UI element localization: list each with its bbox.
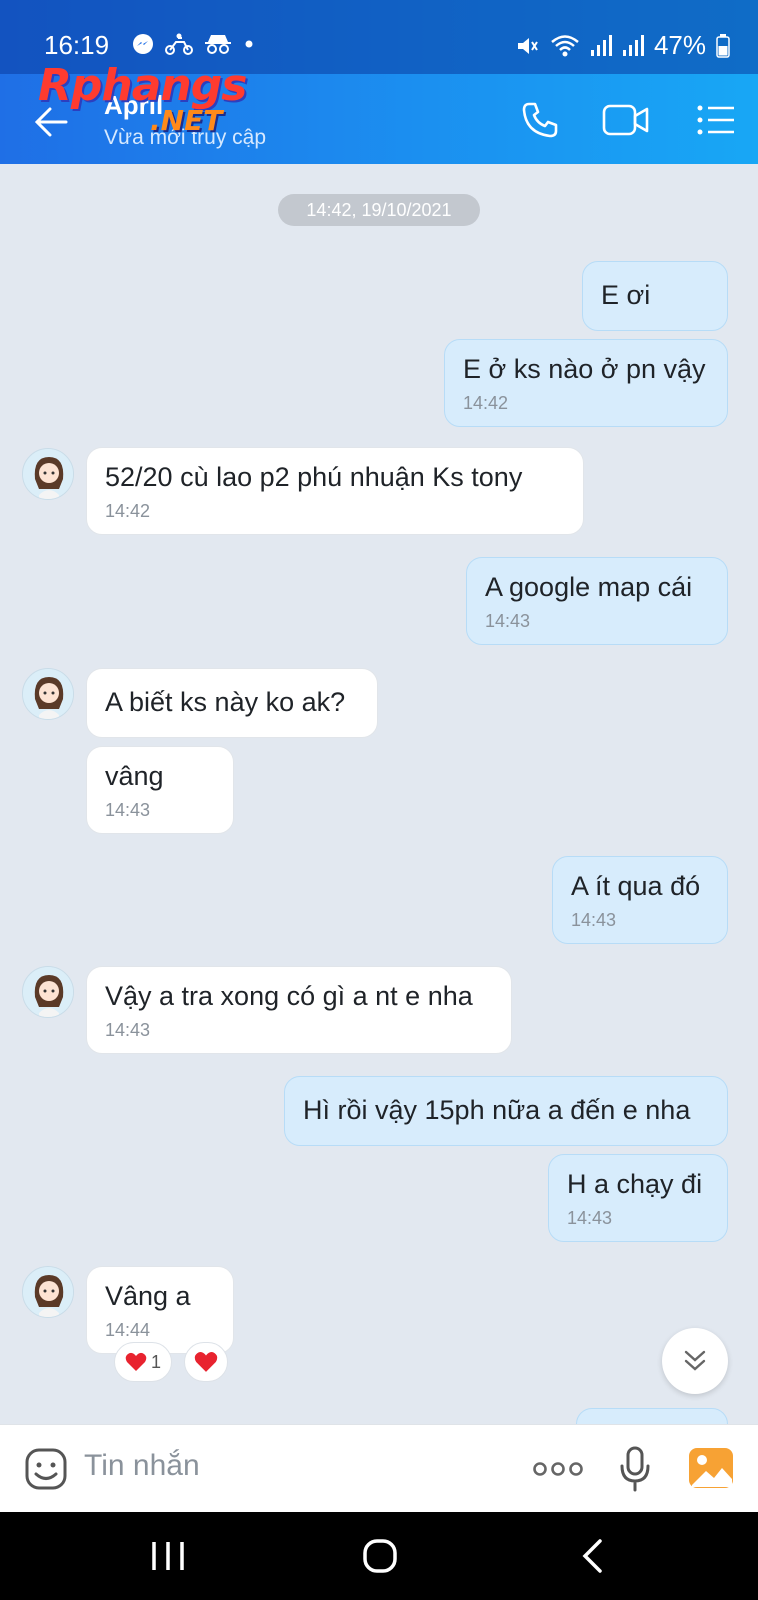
chevron-double-down-icon xyxy=(684,1350,706,1371)
status-time: 16:19 xyxy=(44,30,110,60)
voice-message-button[interactable] xyxy=(618,1445,652,1493)
more-options-button[interactable] xyxy=(532,1455,584,1483)
battery-icon xyxy=(716,33,730,58)
heart-icon xyxy=(194,1352,218,1372)
avatar[interactable] xyxy=(22,1266,74,1318)
avatar-girl-icon xyxy=(23,449,73,499)
status-left-icons xyxy=(132,32,256,56)
notification-dot-icon xyxy=(242,37,256,51)
avatar[interactable] xyxy=(22,448,74,500)
motorbike-icon xyxy=(164,32,194,56)
sticker-button[interactable] xyxy=(24,1447,68,1491)
image-icon xyxy=(689,1448,733,1488)
home-icon xyxy=(363,1539,397,1573)
message-time: 14:43 xyxy=(105,800,151,820)
nav-back-button[interactable] xyxy=(578,1538,608,1574)
avatar[interactable] xyxy=(22,668,74,720)
message-bubble-outgoing[interactable]: A ít qua đó 14:43 xyxy=(552,856,728,944)
reaction-count: 1 xyxy=(150,1351,161,1372)
react-heart-button[interactable] xyxy=(184,1342,228,1382)
message-time: 14:42 xyxy=(105,501,151,521)
menu-list-icon xyxy=(697,105,734,135)
message-time: 14:44 xyxy=(105,1320,151,1340)
message-time: 14:43 xyxy=(105,1020,151,1040)
message-input[interactable]: Tin nhắn xyxy=(84,1449,200,1483)
date-separator: 14:42, 19/10/2021 xyxy=(278,194,480,226)
message-bubble-incoming[interactable]: Vậy a tra xong có gì a nt e nha 14:43 xyxy=(86,966,512,1054)
heart-icon xyxy=(125,1352,147,1371)
video-call-button[interactable] xyxy=(602,98,650,142)
signal-icon xyxy=(590,34,612,58)
call-button[interactable] xyxy=(516,98,564,142)
phone-icon xyxy=(522,102,558,138)
home-button[interactable] xyxy=(362,1538,398,1574)
message-bubble-outgoing[interactable]: E ở ks nào ở pn vậy 14:42 xyxy=(444,339,728,427)
android-nav-bar xyxy=(0,1512,758,1600)
message-text: 52/20 cù lao p2 phú nhuận Ks tony xyxy=(105,462,523,492)
message-text: Vâng a xyxy=(105,1281,191,1311)
scroll-to-bottom-button[interactable] xyxy=(662,1328,728,1394)
message-text: vâng xyxy=(105,761,164,791)
more-dots-icon xyxy=(533,1462,583,1476)
reaction-summary[interactable]: 1 xyxy=(114,1342,172,1382)
message-composer: Tin nhắn xyxy=(0,1424,758,1512)
message-time: 14:43 xyxy=(485,611,531,631)
chat-header: 16:19 47% April Vừa mới truy cập Rphangs… xyxy=(0,0,758,164)
sticker-icon xyxy=(25,1448,67,1490)
message-bubble-outgoing[interactable]: E ơi xyxy=(582,261,728,331)
watermark-logo: Rphangs .NET xyxy=(38,60,268,138)
message-bubble-incoming[interactable]: A biết ks này ko ak? xyxy=(86,668,378,738)
message-text: A biết ks này ko ak? xyxy=(105,687,346,717)
messenger-icon xyxy=(132,33,154,55)
video-icon xyxy=(602,104,649,136)
avatar-girl-icon xyxy=(23,967,73,1017)
message-time: 14:43 xyxy=(571,910,617,930)
watermark-suffix: .NET xyxy=(150,104,223,137)
message-bubble-outgoing[interactable]: A google map cái 14:43 xyxy=(466,557,728,645)
options-menu-button[interactable] xyxy=(692,98,740,142)
message-text: E ở ks nào ở pn vậy xyxy=(463,354,706,384)
message-bubble-outgoing[interactable]: Hì rồi vậy 15ph nữa a đến e nha xyxy=(284,1076,728,1146)
message-list[interactable]: 14:42, 19/10/2021 E ơi E ở ks nào ở pn v… xyxy=(0,164,758,1424)
message-text: Vậy a tra xong có gì a nt e nha xyxy=(105,981,473,1011)
send-image-button[interactable] xyxy=(688,1447,734,1489)
message-bubble-incoming[interactable]: 52/20 cù lao p2 phú nhuận Ks tony 14:42 xyxy=(86,447,584,535)
message-text: H a chạy đi xyxy=(567,1169,703,1199)
nav-back-icon xyxy=(582,1539,602,1573)
message-time: 14:42 xyxy=(463,393,509,413)
recent-apps-button[interactable] xyxy=(150,1538,186,1574)
status-right-icons: 47% xyxy=(514,30,730,61)
recent-apps-icon xyxy=(152,1542,184,1570)
incognito-icon xyxy=(204,33,232,55)
message-text: Hì rồi vậy 15ph nữa a đến e nha xyxy=(303,1095,691,1125)
avatar[interactable] xyxy=(22,966,74,1018)
mute-icon xyxy=(514,33,540,59)
message-bubble-incoming[interactable]: Vâng a 14:44 xyxy=(86,1266,234,1354)
battery-percent: 47% xyxy=(653,30,706,60)
message-time: 14:43 xyxy=(567,1208,613,1228)
message-text: A ít qua đó xyxy=(571,871,701,901)
signal-icon-2 xyxy=(622,34,644,58)
avatar-girl-icon xyxy=(23,669,73,719)
message-text: A google map cái xyxy=(485,572,693,602)
message-bubble-outgoing[interactable]: H a chạy đi 14:43 xyxy=(548,1154,728,1242)
wifi-icon xyxy=(550,34,580,58)
microphone-icon xyxy=(620,1446,650,1492)
avatar-girl-icon xyxy=(23,1267,73,1317)
message-text: E ơi xyxy=(601,280,651,310)
message-bubble-incoming[interactable]: vâng 14:43 xyxy=(86,746,234,834)
